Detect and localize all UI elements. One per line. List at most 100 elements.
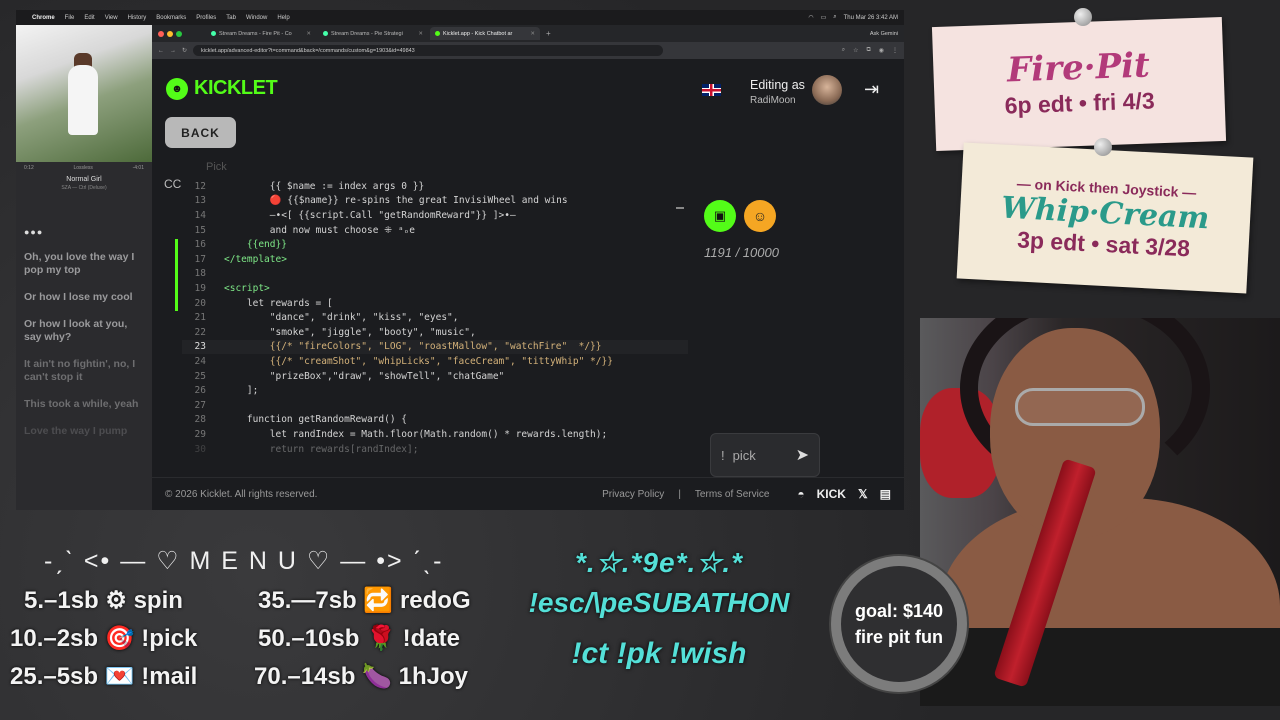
send-icon[interactable]: ➤ [796,445,809,465]
footer-separator: | [678,488,681,500]
save-icon: ▣ [713,208,727,223]
zoom-window-button[interactable] [176,30,182,37]
goal-widget: goal: $140 fire pit fun [831,556,967,692]
tab-favicon-icon [435,31,440,36]
menu-help[interactable]: Help [277,15,289,21]
browser-tab[interactable]: Stream Dreams - Pie Strategi ✕ [318,27,428,40]
new-tab-icon[interactable]: + [546,29,551,38]
x-icon[interactable]: 𝕏 [858,487,868,501]
lyrics-dots-icon: ●●● [24,227,44,237]
menu-dots-icon[interactable]: ⋮ [892,47,898,54]
music-player-sidebar: 0:12 Lossless -4:01 Normal Girl SZA — Ct… [16,25,152,510]
tip-menu-overlay: -ˏˋ <• — ♡ M E N U ♡ — •> ˊˎ- 5.–1sb ⚙ s… [0,540,510,720]
docs-icon[interactable]: ▤ [880,487,891,501]
menu-edit[interactable]: Edit [84,15,94,21]
subathon-commands: !ct !pk !wish [571,637,747,670]
menu-window[interactable]: Window [246,15,267,21]
kicklet-logo[interactable]: ☻ KICKLET [166,77,278,100]
kick-link[interactable]: KICK [817,487,846,501]
url-text: kicklet.app/advanced-editor?t=command&ba… [201,47,415,54]
code-line: 14 —•<[ {{script.Call "getRandomReward"}… [194,209,516,221]
album-art[interactable] [16,25,152,162]
menu-app-name[interactable]: Chrome [32,15,55,21]
lyric-line[interactable]: Or how I lose my cool [24,291,144,304]
logout-icon[interactable]: ⇥ [864,79,879,100]
subathon-overlay: *.☆.*9e*.☆.* !esc/\peSUBATHON !ct !pk !w… [514,546,804,671]
code-line: 18 [194,268,206,280]
menu-bookmarks[interactable]: Bookmarks [156,15,186,21]
search-icon[interactable]: ⌕ [833,14,836,21]
menu-item: 50.–10sb 🌹 !date [258,625,460,652]
discord-icon[interactable]: ◓ [797,487,804,501]
page-footer: © 2026 Kicklet. All rights reserved. Pri… [152,477,904,510]
privacy-link[interactable]: Privacy Policy [602,489,664,500]
code-line: 19 <script> [194,282,270,294]
menu-profiles[interactable]: Profiles [196,15,216,21]
lyric-line[interactable]: This took a while, yeah [24,398,144,411]
menu-file[interactable]: File [65,15,75,21]
zoom-icon[interactable]: ⌕ [842,47,845,54]
url-input[interactable]: kicklet.app/advanced-editor?t=command&ba… [193,45,664,56]
code-line: 29 let randIndex = Math.floor(Math.rando… [194,428,608,440]
pushpin-icon [1074,8,1092,26]
browser-tab[interactable]: Stream Dreams - Fire Pit - Co ✕ [206,27,316,40]
reload-icon[interactable]: ↻ [182,47,187,54]
tab-close-icon[interactable]: ✕ [306,31,311,37]
menu-view[interactable]: View [105,15,118,21]
tab-label: Stream Dreams - Pie Strategi [331,30,403,37]
editing-user: RadiMoon [750,95,796,106]
menu-history[interactable]: History [128,15,147,21]
lyric-line[interactable]: It ain't no fightin', no, I can't stop i… [24,358,144,384]
pushpin-icon [1094,138,1112,156]
menubar-clock[interactable]: Thu Mar 26 3:42 AM [844,15,898,21]
code-editor[interactable]: 12 {{ $name := index args 0 }} 13 🔴 {{$n… [182,171,688,479]
minimize-window-button[interactable] [167,30,173,37]
close-window-button[interactable] [158,30,164,37]
editing-label: Editing as [750,78,805,92]
bookmark-star-icon[interactable]: ☆ [853,47,858,54]
menu-title: -ˏˋ <• — ♡ M E N U ♡ — •> ˊˎ- [44,547,444,575]
tab-close-icon[interactable]: ✕ [418,31,423,37]
wifi-icon[interactable]: ◠ [808,14,813,21]
extensions-icon[interactable]: ⧉ [866,47,870,54]
menu-tab[interactable]: Tab [226,15,236,21]
lyric-line[interactable]: Or how I look at you, say why? [24,318,144,344]
emoji-button[interactable]: ☺ [744,200,776,232]
back-arrow-icon[interactable]: ← [158,48,164,54]
tab-bar: Stream Dreams - Fire Pit - Co ✕ Stream D… [152,25,904,42]
back-button[interactable]: BACK [165,117,236,148]
lyric-line[interactable]: Oh, you love the way I pop my top [24,251,144,277]
tab-close-icon[interactable]: ✕ [530,31,535,37]
goal-amount: goal: $140 [854,601,944,621]
battery-icon[interactable]: ▭ [821,14,827,21]
change-indicator [175,239,178,311]
browser-toolbar: ⌕ ☆ ⧉ ◉ ⋮ [842,47,898,54]
playback-times: 0:12 Lossless -4:01 [16,162,152,174]
subathon-stars: *.☆.*9e*.☆.* [574,547,744,578]
window-controls [158,30,182,37]
tab-favicon-icon [211,31,216,36]
command-prefix: ! [721,447,725,463]
profile-icon[interactable]: ◉ [879,47,884,54]
menubar-status: ◠ ▭ ⌕ Thu Mar 26 3:42 AM [808,14,898,21]
social-links: ◓ KICK 𝕏 ▤ [797,487,891,501]
tab-label: Stream Dreams - Fire Pit - Co [219,30,292,37]
lyric-line[interactable]: Love the way I pump [24,425,144,438]
save-button[interactable]: ▣ [704,200,736,232]
ask-gemini-button[interactable]: Ask Gemini [870,31,898,37]
code-line-current: 23 {{/* "fireColors", "LOG", "roastMallo… [182,340,688,355]
browser-tab-active[interactable]: Kicklet.app - Kick Chatbot ar ✕ [430,27,540,40]
code-line: 26 ]; [194,385,259,397]
forward-arrow-icon[interactable]: → [170,48,176,54]
kicklet-page: ☻ KICKLET Editing as RadiMoon ⇥ BACK Pic… [152,59,904,510]
terms-link[interactable]: Terms of Service [695,489,769,500]
avatar[interactable] [812,75,842,105]
uk-flag-icon[interactable] [702,84,721,96]
test-command-input[interactable]: ! pick ➤ [710,433,820,477]
code-line: 30 return rewards[randIndex]; [194,443,419,455]
time-remaining: -4:01 [132,165,144,171]
macos-menubar: Chrome File Edit View History Bookmarks … [16,10,904,25]
code-line: 13 🔴 {{$name}} re-spins the great Invisi… [194,195,568,207]
menu-item: 25.–5sb 💌 !mail [10,663,198,690]
editor-scrollbar[interactable] [676,207,684,209]
